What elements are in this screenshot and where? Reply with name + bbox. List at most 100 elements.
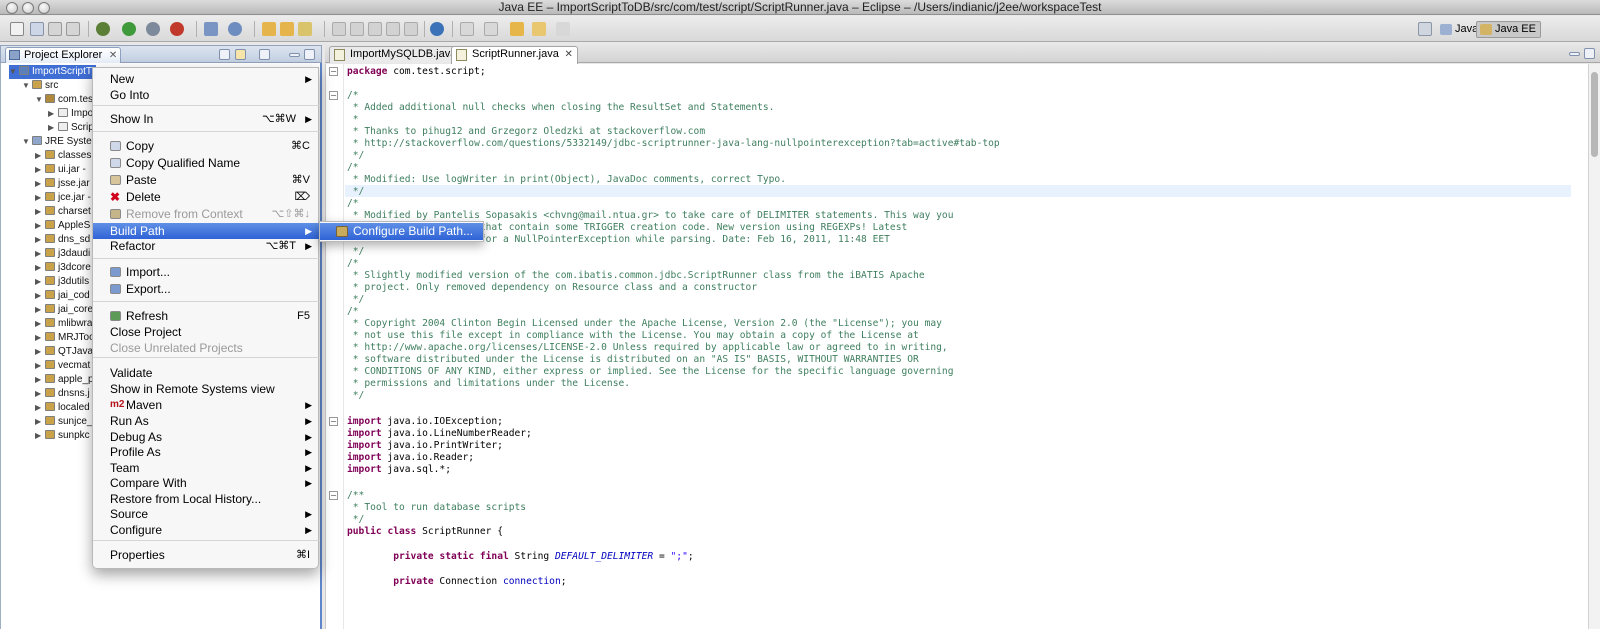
tree-item[interactable]: ▶ j3daudi [35, 247, 90, 261]
tree-item[interactable]: ▶ ui.jar - [35, 163, 86, 177]
tree-item[interactable]: ▶ Impo [48, 107, 93, 121]
expand-twisty-icon[interactable]: ▶ [35, 429, 45, 443]
link-with-editor-icon[interactable] [235, 49, 246, 60]
menu-item-new[interactable]: New ▶ [93, 71, 320, 87]
expand-twisty-icon[interactable]: ▶ [35, 359, 45, 373]
tree-item[interactable]: ▶ jai_cod [35, 289, 90, 303]
menu-item-build-path[interactable]: Build Path ▶ [93, 223, 320, 239]
new-file-icon[interactable] [10, 22, 24, 36]
fold-toggle-icon[interactable]: − [329, 491, 338, 500]
tree-item[interactable]: ▶ jsse.jar [35, 177, 90, 191]
menu-item-export[interactable]: Export... [93, 281, 320, 297]
toggle-comment-icon[interactable] [350, 22, 364, 36]
forward-icon[interactable] [556, 22, 570, 36]
tree-item[interactable]: ▶ mlibwra [35, 317, 92, 331]
tree-item[interactable]: ▶ AppleS [35, 219, 90, 233]
open-task-icon[interactable] [280, 22, 294, 36]
tab-scriptrunner[interactable]: ScriptRunner.java ✕ [451, 46, 578, 64]
maximize-editor-icon[interactable] [1584, 48, 1595, 59]
tree-item[interactable]: ▶ MRJToo [35, 331, 95, 345]
open-perspective-icon[interactable] [1418, 22, 1432, 36]
tree-item[interactable]: ▶ jce.jar - [35, 191, 91, 205]
external-tools-icon[interactable] [170, 22, 184, 36]
tree-item-project[interactable]: ▼ ImportScriptT [9, 65, 97, 79]
fold-toggle-icon[interactable]: − [329, 67, 338, 76]
block-select-icon[interactable] [368, 22, 382, 36]
expand-twisty-icon[interactable]: ▶ [35, 205, 45, 219]
close-tab-icon[interactable]: ✕ [109, 48, 117, 63]
expand-twisty-icon[interactable]: ▶ [35, 261, 45, 275]
menu-item-validate[interactable]: Validate [93, 365, 320, 381]
menu-item-team[interactable]: Team ▶ [93, 460, 320, 476]
tree-item[interactable]: ▶ jai_core [35, 303, 93, 317]
toggle-mark-icon[interactable] [332, 22, 346, 36]
expand-twisty-icon[interactable]: ▶ [48, 121, 58, 135]
menu-item-source[interactable]: Source ▶ [93, 506, 320, 522]
last-edit-icon[interactable] [510, 22, 524, 36]
tree-item[interactable]: ▶ sunjce_ [35, 415, 92, 429]
close-window-icon[interactable] [6, 2, 18, 14]
tree-item[interactable]: ▼ com.tes [35, 93, 93, 107]
expand-twisty-icon[interactable]: ▼ [35, 93, 45, 107]
tree-item[interactable]: ▶ QTJava. [35, 345, 96, 359]
menu-item-show-in-remote-systems-view[interactable]: Show in Remote Systems view [93, 381, 320, 397]
menu-item-configure[interactable]: Configure ▶ [93, 522, 320, 538]
menu-item-properties[interactable]: Properties ⌘I [93, 547, 320, 563]
new-web-icon[interactable] [228, 22, 242, 36]
print-icon[interactable] [66, 22, 80, 36]
tree-item[interactable]: ▶ dnsns.j [35, 387, 90, 401]
expand-twisty-icon[interactable]: ▶ [35, 289, 45, 303]
menu-item-show-in[interactable]: Show In ⌥⌘W ▶ [93, 111, 320, 127]
expand-twisty-icon[interactable]: ▶ [35, 149, 45, 163]
expand-twisty-icon[interactable]: ▶ [35, 415, 45, 429]
menu-item-restore-from-local-history[interactable]: Restore from Local History... [93, 491, 320, 507]
expand-twisty-icon[interactable]: ▶ [35, 163, 45, 177]
expand-twisty-icon[interactable]: ▼ [22, 135, 32, 149]
menu-item-run-as[interactable]: Run As ▶ [93, 413, 320, 429]
menu-item-refactor[interactable]: Refactor ⌥⌘T ▶ [93, 238, 320, 254]
fold-toggle-icon[interactable]: − [329, 417, 338, 426]
tree-item[interactable]: ▶ classes [35, 149, 91, 163]
editor-vertical-scrollbar[interactable] [1588, 64, 1600, 629]
expand-twisty-icon[interactable]: ▶ [35, 303, 45, 317]
expand-twisty-icon[interactable]: ▶ [48, 107, 58, 121]
tree-item[interactable]: ▶ j3dutils [35, 275, 89, 289]
tree-item[interactable]: ▶ dns_sd [35, 233, 90, 247]
expand-twisty-icon[interactable]: ▶ [35, 401, 45, 415]
tree-item[interactable]: ▶ charset [35, 205, 91, 219]
expand-twisty-icon[interactable]: ▶ [35, 317, 45, 331]
menu-item-copy-qualified-name[interactable]: Copy Qualified Name [93, 155, 320, 171]
tree-item[interactable]: ▶ localed [35, 401, 90, 415]
run-icon[interactable] [122, 22, 136, 36]
minimize-editor-icon[interactable] [1569, 52, 1580, 56]
expand-twisty-icon[interactable]: ▶ [35, 219, 45, 233]
expand-twisty-icon[interactable]: ▶ [35, 275, 45, 289]
menu-item-refresh[interactable]: Refresh F5 [93, 308, 320, 324]
menu-item-maven[interactable]: m2 Maven ▶ [93, 397, 320, 413]
show-whitespace-icon[interactable] [386, 22, 400, 36]
expand-twisty-icon[interactable]: ▶ [35, 191, 45, 205]
maximize-view-icon[interactable] [304, 49, 315, 60]
tree-item[interactable]: ▶ j3dcore [35, 261, 91, 275]
tree-item[interactable]: ▶ apple_p [35, 373, 94, 387]
zoom-window-icon[interactable] [38, 2, 50, 14]
new-server-icon[interactable] [204, 22, 218, 36]
tree-item[interactable]: ▼ src [22, 79, 58, 93]
tree-item[interactable]: ▶ sunpkc [35, 429, 90, 443]
debug-icon[interactable] [96, 22, 110, 36]
menu-item-close-project[interactable]: Close Project [93, 324, 320, 340]
next-annotation-icon[interactable] [460, 22, 474, 36]
previous-annotation-icon[interactable] [484, 22, 498, 36]
expand-twisty-icon[interactable]: ▶ [35, 373, 45, 387]
back-icon[interactable] [532, 22, 546, 36]
scrollbar-thumb[interactable] [1591, 72, 1598, 157]
close-tab-icon[interactable]: ✕ [564, 47, 572, 62]
menu-item-import[interactable]: Import... [93, 264, 320, 280]
expand-twisty-icon[interactable]: ▶ [35, 331, 45, 345]
view-menu-icon[interactable] [259, 49, 270, 60]
profile-icon[interactable] [146, 22, 160, 36]
code-editor[interactable]: package com.test.script; /* * Added addit… [325, 64, 1588, 629]
menu-item-delete[interactable]: ✖ Delete ⌦ [93, 189, 320, 205]
menu-item-copy[interactable]: Copy ⌘C [93, 138, 320, 154]
tree-item[interactable]: ▼ JRE System [22, 135, 100, 149]
